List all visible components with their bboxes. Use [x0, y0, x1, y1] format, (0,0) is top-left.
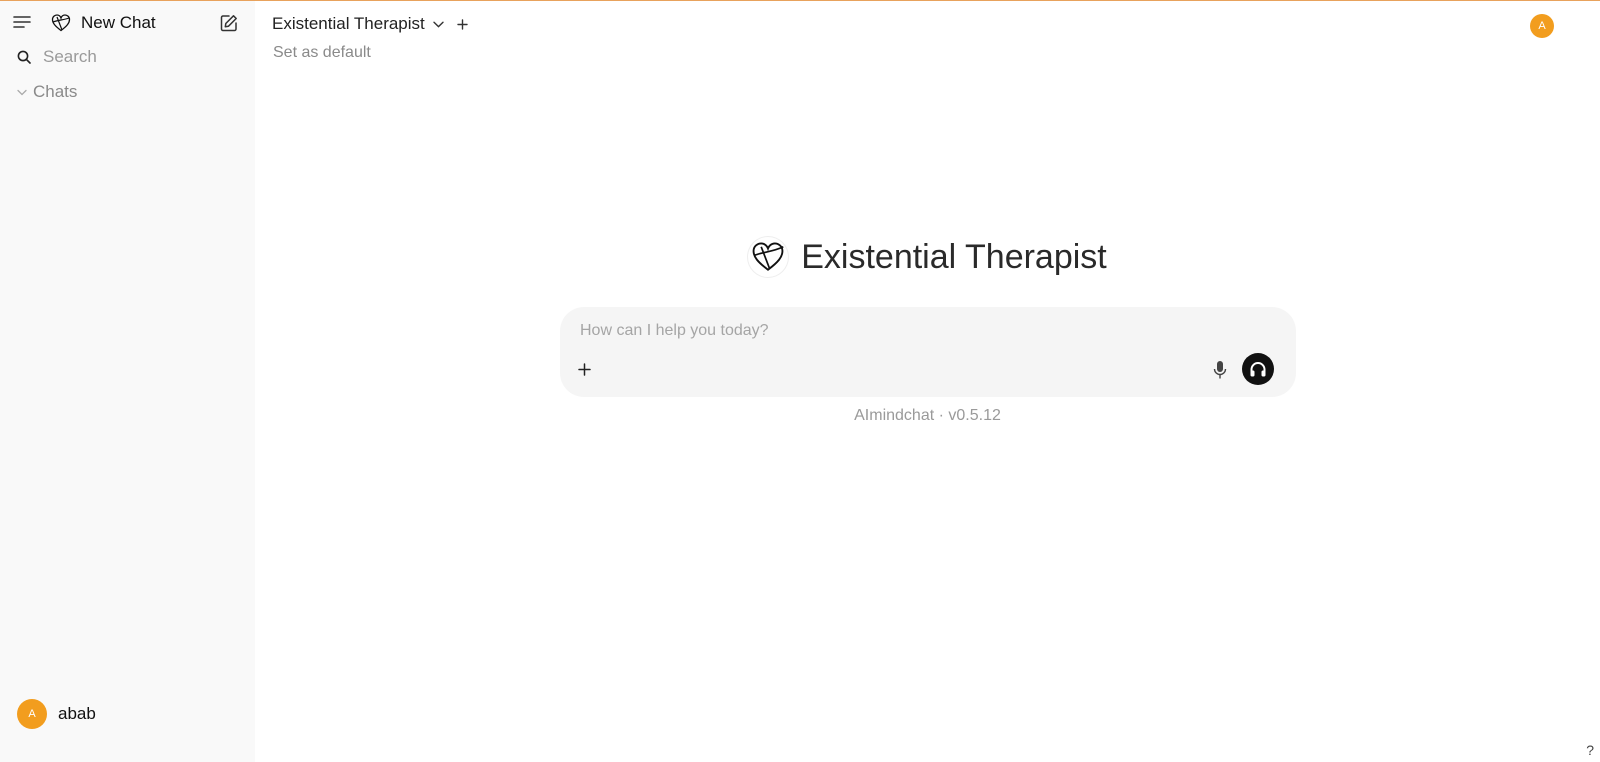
heart-logo-icon: [748, 237, 789, 277]
new-chat-button[interactable]: New Chat: [50, 12, 156, 34]
user-menu[interactable]: A abab: [17, 699, 96, 729]
chat-composer: [560, 307, 1296, 397]
chevron-down-icon: [432, 17, 446, 31]
hero: Existential Therapist: [255, 237, 1600, 277]
headphones-icon: [1250, 362, 1266, 377]
chats-section-label: Chats: [33, 82, 78, 101]
new-chat-label: New Chat: [81, 13, 156, 32]
set-as-default-link[interactable]: Set as default: [273, 44, 371, 62]
add-model-button[interactable]: [455, 17, 469, 31]
microphone-icon[interactable]: [1210, 359, 1230, 381]
hero-title: Existential Therapist: [801, 237, 1107, 276]
edit-icon[interactable]: [220, 14, 238, 32]
header-avatar[interactable]: A: [1530, 14, 1554, 38]
chevron-down-icon: [16, 86, 28, 98]
help-button[interactable]: ?: [1586, 742, 1594, 758]
model-name: Existential Therapist: [272, 14, 425, 33]
main-area: Existential Therapist Set as default A E…: [255, 1, 1600, 762]
chats-section-toggle[interactable]: Chats: [16, 82, 77, 102]
avatar: A: [17, 699, 47, 729]
attach-button[interactable]: [576, 361, 592, 377]
search-icon: [16, 49, 32, 65]
menu-icon[interactable]: [12, 12, 32, 32]
voice-mode-button[interactable]: [1242, 353, 1274, 385]
version-footer: AImindchat · v0.5.12: [854, 407, 1001, 424]
model-selector[interactable]: Existential Therapist: [272, 14, 446, 34]
user-name: abab: [58, 704, 96, 723]
plus-icon: [456, 18, 468, 30]
sidebar-header: [12, 12, 32, 32]
search-bar[interactable]: Search: [16, 47, 244, 67]
message-input[interactable]: [578, 321, 1202, 341]
search-input[interactable]: Search: [43, 47, 97, 67]
sidebar: New Chat Search Chats A abab: [0, 1, 255, 762]
heart-logo-icon: [50, 12, 72, 34]
plus-icon: [577, 362, 591, 376]
